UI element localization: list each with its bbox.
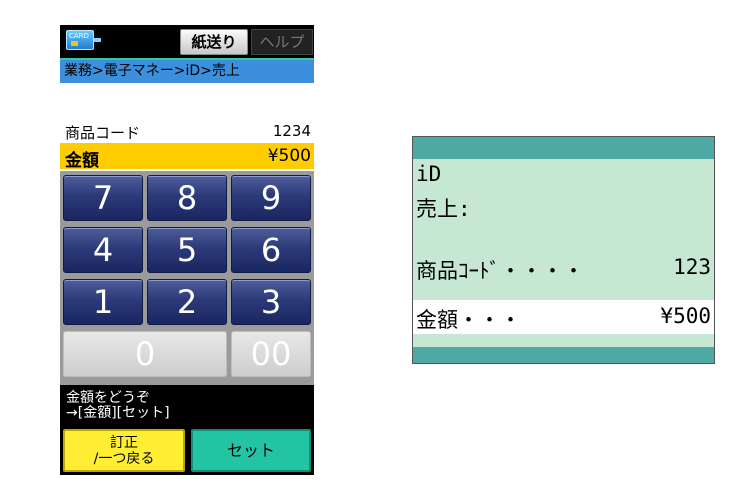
paper-feed-button[interactable]: 紙送り [180,29,248,55]
product-code-row: 商品コード 1234 [60,120,314,142]
set-button[interactable]: セット [191,429,311,472]
top-bar: CARD 紙送り ヘルプ [60,25,314,58]
card-icon-text: CARD [69,32,89,40]
correct-button-line-1: 訂正 [110,435,138,451]
amount-row[interactable]: 金額 ¥500 [60,143,314,171]
key-1[interactable]: 1 [63,279,143,325]
key-6[interactable]: 6 [231,227,311,273]
lcd-bottom-band [413,347,714,363]
key-8[interactable]: 8 [147,175,227,221]
lcd-product-code-label: 商品ｺｰﾄﾞ・・・・ [416,259,584,283]
key-0[interactable]: 0 [63,331,227,377]
amount-label: 金額 [65,151,99,171]
instruction-line-2: →[金額][セット] [66,405,170,421]
instruction-message: 金額をどうぞ →[金額][セット] [60,385,314,426]
breadcrumb: 業務>電子マネー>iD>売上 [60,58,314,83]
terminal-screen: CARD 紙送り ヘルプ 業務>電子マネー>iD>売上 商品コード 1234 金… [60,25,314,475]
key-7[interactable]: 7 [63,175,143,221]
customer-lcd-display: iD 売上: 商品ｺｰﾄﾞ・・・・ 123 金額・・・ ¥500 [412,136,715,364]
correct-back-button[interactable]: 訂正 /一つ戻る [63,429,185,472]
key-5[interactable]: 5 [147,227,227,273]
correct-button-line-2: /一つ戻る [93,451,155,467]
numeric-keypad: 7 8 9 4 5 6 1 2 3 0 00 [60,171,314,385]
product-code-label: 商品コード [65,124,141,142]
key-00[interactable]: 00 [231,331,311,377]
lcd-amount-value: ¥500 [660,304,711,328]
card-arrow-icon [94,38,101,42]
key-3[interactable]: 3 [231,279,311,325]
amount-value: ¥500 [267,146,311,166]
lcd-payment-method: iD [416,162,442,186]
lcd-top-band [413,137,714,159]
lcd-transaction-type: 売上: [416,197,471,221]
lcd-amount-label: 金額・・・ [416,308,521,332]
help-button[interactable]: ヘルプ [251,29,313,55]
card-chip-icon [71,41,78,46]
key-9[interactable]: 9 [231,175,311,221]
key-4[interactable]: 4 [63,227,143,273]
instruction-line-1: 金額をどうぞ [66,390,150,406]
lcd-amount-row: 金額・・・ ¥500 [413,300,714,334]
lcd-product-code-value: 123 [673,255,711,279]
product-code-value: 1234 [272,122,311,140]
bottom-button-bar: 訂正 /一つ戻る セット [60,426,314,475]
key-2[interactable]: 2 [147,279,227,325]
card-icon: CARD [66,30,94,50]
